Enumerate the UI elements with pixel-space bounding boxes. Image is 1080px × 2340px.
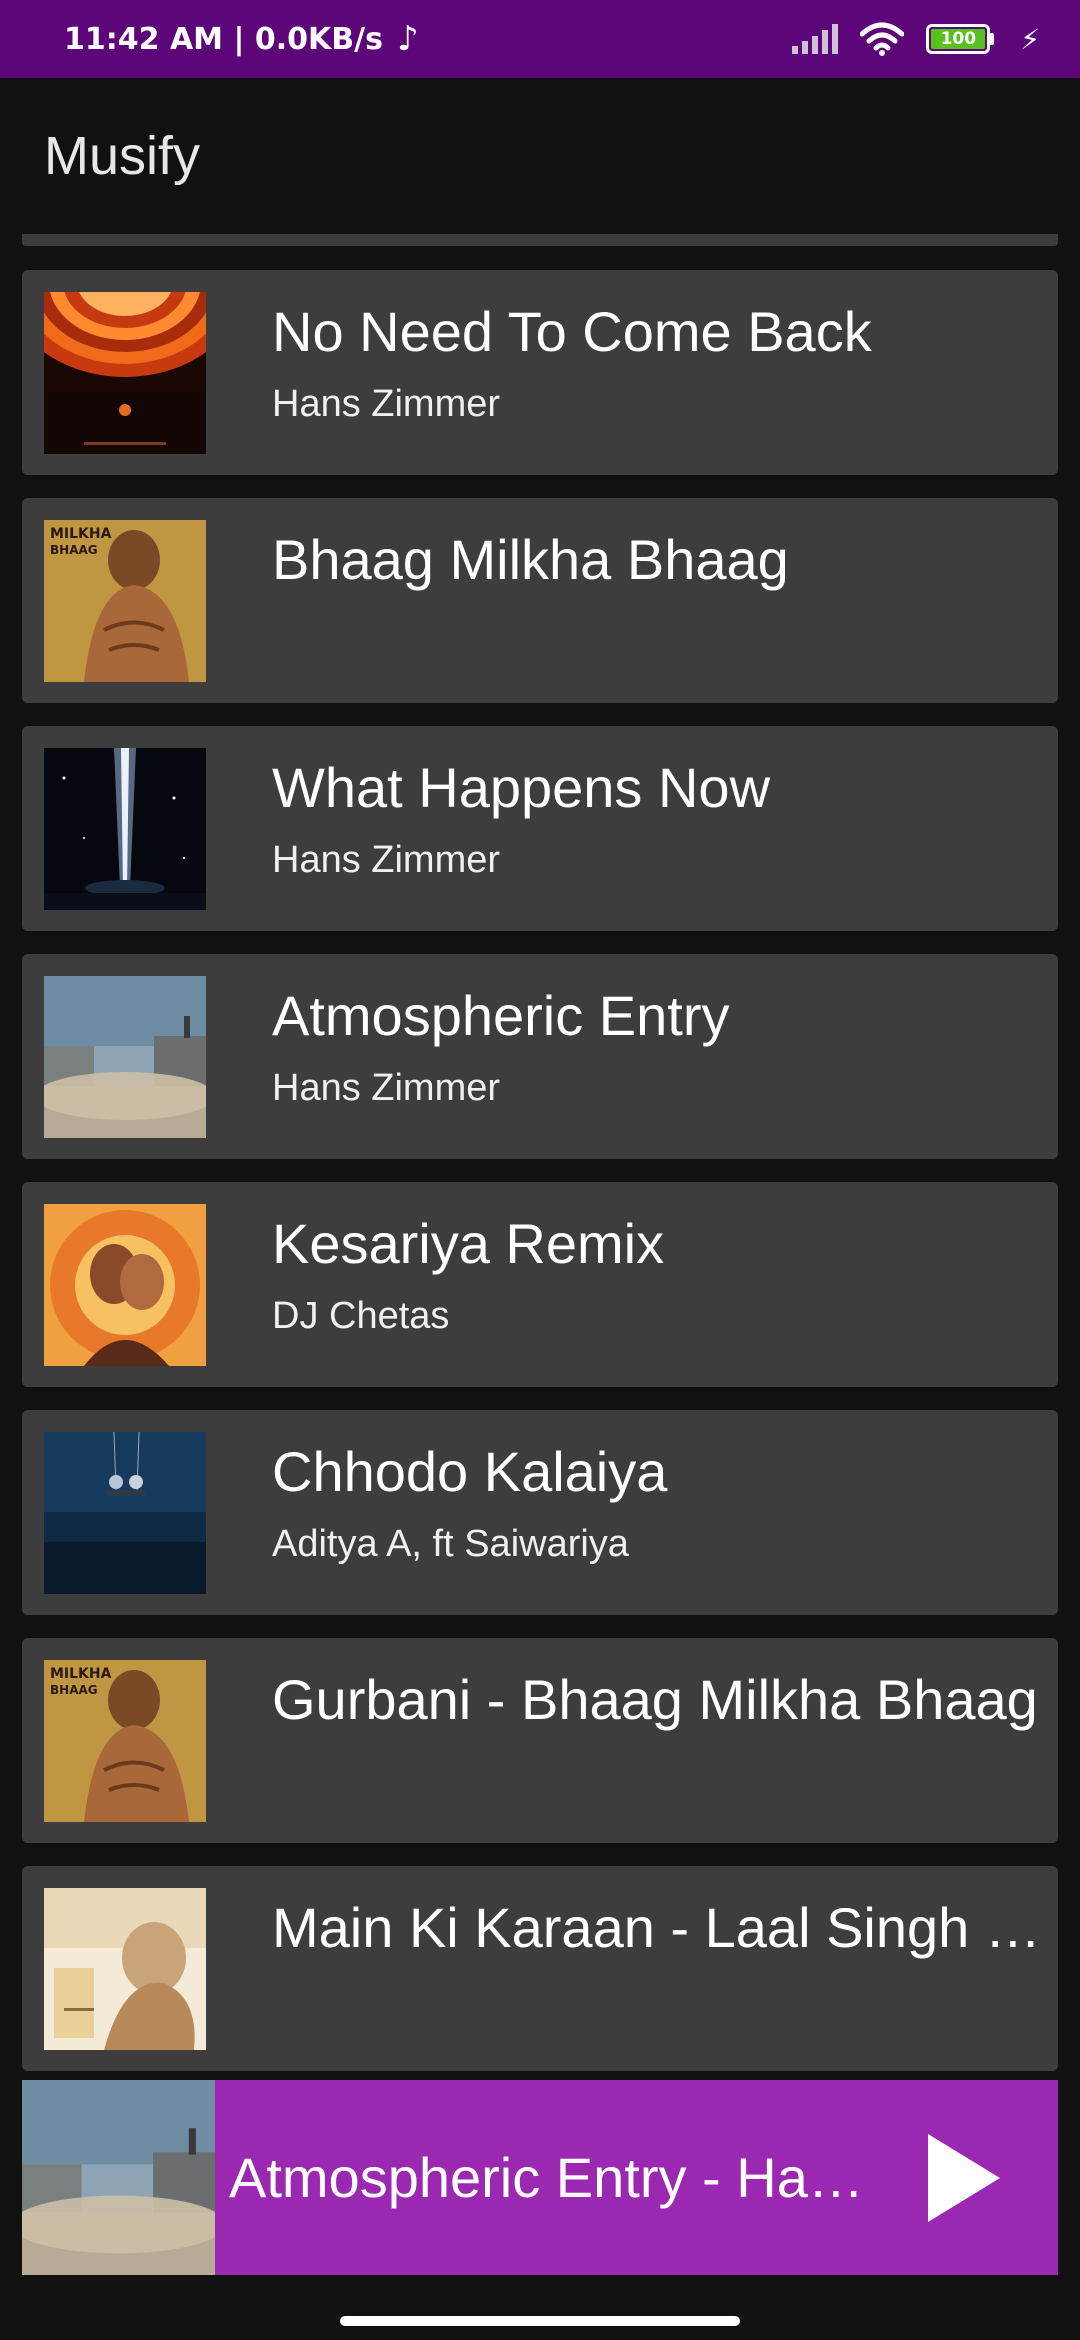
song-artist: Hans Zimmer: [272, 838, 501, 881]
app-title: Musify: [44, 126, 201, 186]
song-title: Bhaag Milkha Bhaag: [272, 527, 789, 591]
navigation-bar: [0, 2290, 1080, 2340]
battery-icon: 100: [926, 24, 995, 54]
song-item[interactable]: MILKHA BHAAG Bhaag Milkha Bhaag: [22, 498, 1058, 703]
list-item-partial[interactable]: [22, 234, 1058, 246]
status-left: 11:42 AM | 0.0KB/s ♪: [64, 19, 419, 59]
home-indicator[interactable]: [340, 2316, 740, 2326]
song-title: Main Ki Karaan - Laal Singh Chaddha: [272, 1895, 1042, 1959]
svg-text:BHAAG: BHAAG: [50, 543, 98, 557]
song-title: Chhodo Kalaiya: [272, 1439, 668, 1503]
song-item[interactable]: What Happens Now Hans Zimmer: [22, 726, 1058, 931]
wifi-icon: [860, 22, 905, 56]
play-icon: [928, 2133, 1000, 2222]
charging-icon: ⚡: [1020, 22, 1040, 56]
app-bar: Musify: [0, 78, 1080, 234]
song-title: Atmospheric Entry: [272, 983, 730, 1047]
now-playing-art: [22, 2080, 215, 2275]
battery-level: 100: [931, 29, 986, 49]
svg-text:MILKHA: MILKHA: [50, 1666, 112, 1682]
space-launch-art: [44, 747, 206, 910]
song-item[interactable]: Chhodo Kalaiya Aditya A, ft Saiwariya: [22, 1410, 1058, 1615]
dusty-farm-art: [44, 975, 206, 1138]
svg-text:BHAAG: BHAAG: [50, 1683, 98, 1697]
status-time: 11:42 AM | 0.0KB/s: [64, 21, 383, 57]
milkha-poster-art: MILKHA BHAAG: [44, 519, 206, 682]
song-item[interactable]: Atmospheric Entry Hans Zimmer: [22, 954, 1058, 1159]
night-swing-art: [44, 1431, 206, 1594]
song-title: No Need To Come Back: [272, 299, 872, 363]
song-title: Gurbani - Bhaag Milkha Bhaag: [272, 1667, 1038, 1731]
signal-icon: [792, 24, 839, 54]
song-artist: Aditya A, ft Saiwariya: [272, 1522, 629, 1565]
song-artist: DJ Chetas: [272, 1294, 450, 1337]
orange-rings-art: [44, 291, 206, 454]
music-note-icon: ♪: [396, 19, 419, 59]
song-artist: Hans Zimmer: [272, 382, 501, 425]
fiery-couple-art: [44, 1203, 206, 1366]
status-icons: 100 ⚡: [792, 22, 1040, 56]
song-item[interactable]: Kesariya Remix DJ Chetas: [22, 1182, 1058, 1387]
laal-singh-art: [44, 1887, 206, 2050]
milkha-poster-art: MILKHA BHAAG: [44, 1659, 206, 1822]
song-item[interactable]: MILKHA BHAAG Gurbani - Bhaag Milkha Bhaa…: [22, 1638, 1058, 1843]
song-title: Kesariya Remix: [272, 1211, 665, 1275]
song-list[interactable]: No Need To Come Back Hans Zimmer MILKHA …: [0, 234, 1080, 2078]
status-bar: 11:42 AM | 0.0KB/s ♪ 100 ⚡: [0, 0, 1080, 78]
song-title: What Happens Now: [272, 755, 771, 819]
song-item[interactable]: Main Ki Karaan - Laal Singh Chaddha: [22, 1866, 1058, 2071]
play-button[interactable]: [919, 2128, 1009, 2228]
svg-text:MILKHA: MILKHA: [50, 526, 112, 542]
song-artist: Hans Zimmer: [272, 1066, 501, 1109]
now-playing-title: Atmospheric Entry - Hans Zimmer: [229, 2146, 869, 2209]
song-item[interactable]: No Need To Come Back Hans Zimmer: [22, 270, 1058, 475]
mini-player[interactable]: Atmospheric Entry - Hans Zimmer: [22, 2080, 1058, 2275]
